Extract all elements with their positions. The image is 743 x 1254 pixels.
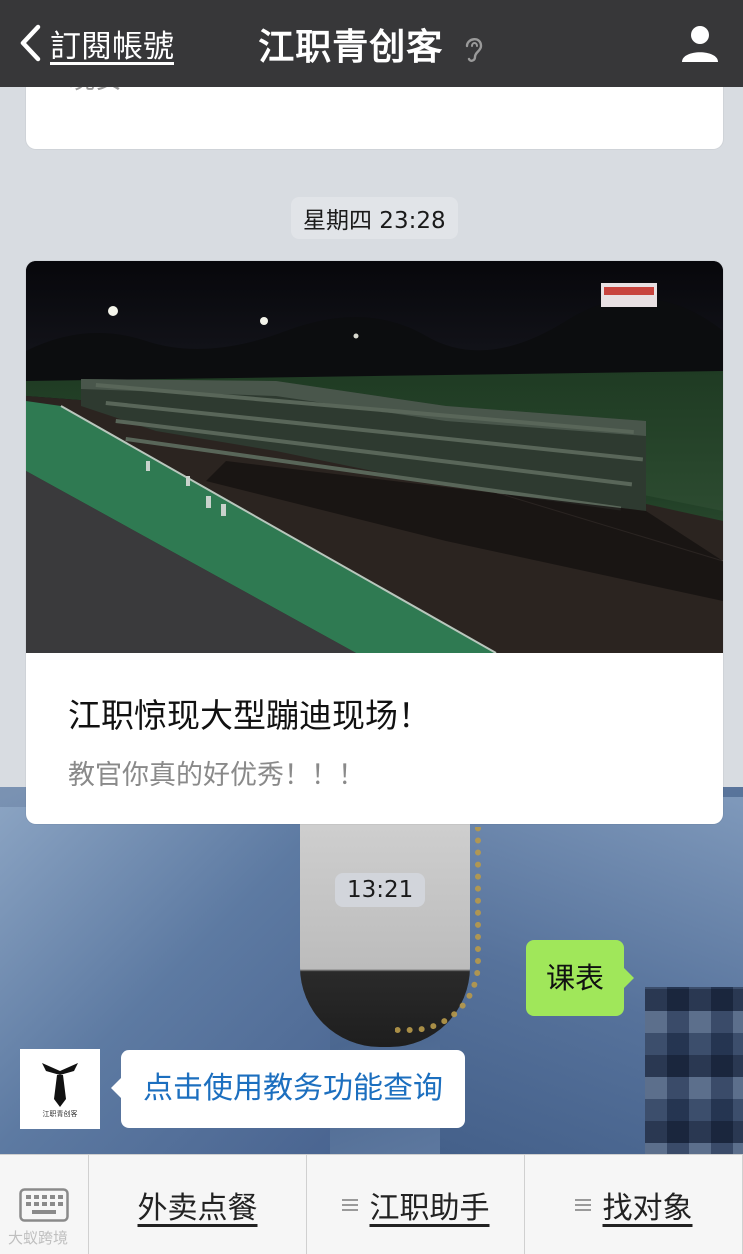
keyboard-icon <box>19 1187 69 1222</box>
profile-icon[interactable] <box>679 22 721 64</box>
chat-area[interactable]: 晚安 星期四 23:28 <box>0 87 743 1154</box>
pixelated-area <box>645 987 743 1154</box>
submenu-icon <box>341 1198 358 1211</box>
article-description: 教官你真的好优秀！！！ <box>68 760 365 791</box>
necklace <box>395 827 481 1033</box>
menu-item-label: 江职助手 <box>369 1190 490 1226</box>
previous-message-card[interactable]: 晚安 <box>26 87 723 149</box>
article-title: 江职惊现大型蹦迪现场！ <box>68 696 431 735</box>
article-card[interactable]: 江职惊现大型蹦迪现场！ 教官你真的好优秀！！！ <box>26 261 723 824</box>
received-message-bubble[interactable]: 点击使用教务功能查询 <box>111 1050 465 1128</box>
menu-item-takeout[interactable]: 外卖点餐 <box>89 1155 307 1254</box>
ear-icon <box>465 38 482 62</box>
page-title-text: 江职青创客 <box>258 27 444 68</box>
previous-message-text: 晚安 <box>68 87 122 96</box>
top-bar: 訂閱帳號 江职青创客 <box>0 0 743 87</box>
sent-message-bubble[interactable]: 课表 <box>526 940 635 1016</box>
menu-item-label: 找对象 <box>602 1190 693 1226</box>
article-image <box>26 261 723 653</box>
menu-item-find-partner[interactable]: 找对象 <box>525 1155 743 1254</box>
avatar-label: 江职青创客 <box>42 1110 78 1118</box>
menu-item-assistant[interactable]: 江职助手 <box>307 1155 525 1254</box>
night-drill-photo <box>26 261 723 653</box>
timestamp: 13:21 <box>335 873 426 907</box>
bottom-menu: 外卖点餐 江职助手 找对象 大蚁跨境 <box>0 1154 743 1254</box>
page-title: 江职青创客 <box>0 18 743 70</box>
menu-item-label: 外卖点餐 <box>137 1190 258 1226</box>
avatar[interactable]: 江职青创客 <box>20 1049 100 1129</box>
submenu-icon <box>574 1198 591 1211</box>
watermark: 大蚁跨境 <box>8 1229 69 1247</box>
timestamp: 星期四 23:28 <box>291 197 458 239</box>
